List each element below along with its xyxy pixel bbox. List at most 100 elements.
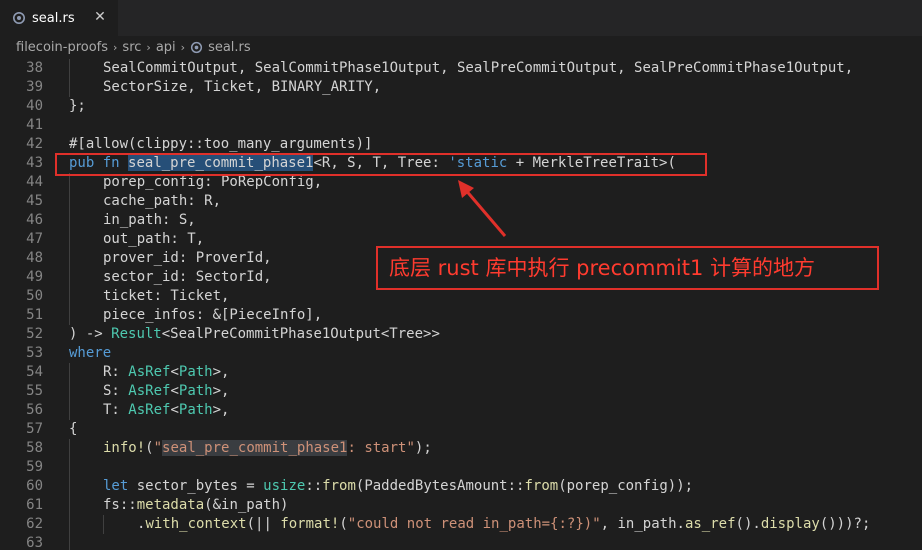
indent-guide (69, 458, 70, 477)
code-text: let sector_bytes = usize::from(PaddedByt… (103, 478, 694, 494)
indent-guide (69, 211, 70, 230)
tab-bar: seal.rs ✕ (0, 0, 922, 36)
indent-guide (69, 363, 70, 382)
code-text: prover_id: ProverId, (103, 250, 272, 266)
code-line[interactable]: 51 piece_infos: &[PieceInfo], (0, 306, 922, 325)
code-line[interactable]: 56 T: AsRef<Path>, (0, 401, 922, 420)
line-number: 39 (26, 79, 43, 95)
line-number: 41 (26, 117, 43, 133)
code-line[interactable]: 62 .with_context(|| format!("could not re… (0, 515, 922, 534)
code-editor[interactable]: 38 SealCommitOutput, SealCommitPhase1Outp… (0, 59, 922, 550)
line-number: 58 (26, 440, 43, 456)
code-text: sector_id: SectorId, (103, 269, 272, 285)
line-number: 53 (26, 345, 43, 361)
line-number: 60 (26, 478, 43, 494)
line-number: 46 (26, 212, 43, 228)
indent-guide (69, 515, 70, 534)
line-number: 55 (26, 383, 43, 399)
code-text: ) -> Result<SealPreCommitPhase1Output<Tr… (69, 326, 440, 342)
line-number: 38 (26, 60, 43, 76)
close-icon[interactable]: ✕ (92, 9, 108, 25)
tab-label: seal.rs (32, 10, 75, 26)
indent-guide (69, 496, 70, 515)
indent-guide (69, 534, 70, 550)
arrow-annotation (458, 180, 507, 237)
code-line[interactable]: 54 R: AsRef<Path>, (0, 363, 922, 382)
line-number: 62 (26, 516, 43, 532)
code-line[interactable]: 60 let sector_bytes = usize::from(PaddedB… (0, 477, 922, 496)
code-text: ticket: Ticket, (103, 288, 230, 304)
code-line[interactable]: 40}; (0, 97, 922, 116)
code-line[interactable]: 61 fs::metadata(&in_path) (0, 496, 922, 515)
code-text: out_path: T, (103, 231, 205, 247)
line-number: 61 (26, 497, 43, 513)
chevron-right-icon: › (113, 40, 118, 54)
line-number: 47 (26, 231, 43, 247)
indent-guide (69, 287, 70, 306)
line-number: 52 (26, 326, 43, 342)
line-number: 45 (26, 193, 43, 209)
line-number: 49 (26, 269, 43, 285)
indent-guide (69, 382, 70, 401)
code-line[interactable]: 57 { (0, 420, 922, 439)
code-line[interactable]: 58 info!("seal_pre_commit_phase1: start")… (0, 439, 922, 458)
code-line[interactable]: 63 (0, 534, 922, 550)
annotation-callout: 底层 rust 库中执行 precommit1 计算的地方 (376, 246, 879, 290)
tab-seal-rs[interactable]: seal.rs ✕ (0, 0, 118, 36)
code-text: }; (69, 98, 86, 114)
highlight-box (55, 153, 707, 176)
line-number: 40 (26, 98, 43, 114)
code-line[interactable]: 59 (0, 458, 922, 477)
indent-guide (69, 78, 70, 97)
code-text: { (69, 421, 78, 437)
code-line[interactable]: 41 (0, 116, 922, 135)
code-line[interactable]: 55 S: AsRef<Path>, (0, 382, 922, 401)
code-line[interactable]: 53 where (0, 344, 922, 363)
line-number: 59 (26, 459, 43, 475)
line-number: 56 (26, 402, 43, 418)
code-text: info!("seal_pre_commit_phase1: start"); (103, 440, 432, 456)
code-line[interactable]: 42 #[allow(clippy::too_many_arguments)] (0, 135, 922, 154)
line-number: 51 (26, 307, 43, 323)
breadcrumb-item-api[interactable]: api (156, 40, 176, 55)
indent-guide (69, 249, 70, 268)
line-number: 48 (26, 250, 43, 266)
code-line[interactable]: 39 SectorSize, Ticket, BINARY_ARITY, (0, 78, 922, 97)
line-number: 63 (26, 535, 43, 550)
code-text: T: AsRef<Path>, (103, 402, 230, 418)
breadcrumb-item-src[interactable]: src (122, 40, 141, 55)
code-text: where (69, 345, 112, 361)
indent-guide (103, 515, 104, 534)
code-line[interactable]: 52 ) -> Result<SealPreCommitPhase1Output<… (0, 325, 922, 344)
line-number: 43 (26, 155, 43, 171)
breadcrumb: filecoin-proofs › src › api › seal.rs (0, 36, 922, 58)
indent-guide (69, 192, 70, 211)
code-text: cache_path: R, (103, 193, 222, 209)
line-number: 57 (26, 421, 43, 437)
code-text: SectorSize, Ticket, BINARY_ARITY, (103, 79, 382, 95)
chevron-right-icon: › (180, 40, 186, 54)
code-text: R: AsRef<Path>, (103, 364, 230, 380)
code-text: S: AsRef<Path>, (103, 383, 230, 399)
breadcrumb-item-seal-rs[interactable]: seal.rs (208, 40, 251, 55)
indent-guide (69, 401, 70, 420)
indent-guide (69, 268, 70, 287)
line-number: 50 (26, 288, 43, 304)
code-text: piece_infos: &[PieceInfo], (103, 307, 323, 323)
code-text: in_path: S, (103, 212, 196, 228)
rust-file-icon (190, 41, 203, 53)
indent-guide (69, 477, 70, 496)
breadcrumb-item-filecoin-proofs[interactable]: filecoin-proofs (16, 40, 108, 55)
code-text: .with_context(|| format!("could not read… (137, 516, 871, 532)
indent-guide (69, 230, 70, 249)
code-text: SealCommitOutput, SealCommitPhase1Output… (103, 60, 854, 76)
indent-guide (69, 439, 70, 458)
code-text: #[allow(clippy::too_many_arguments)] (69, 136, 373, 152)
rust-file-icon (13, 12, 25, 24)
line-number: 54 (26, 364, 43, 380)
code-text: fs::metadata(&in_path) (103, 497, 289, 513)
code-line[interactable]: 38 SealCommitOutput, SealCommitPhase1Outp… (0, 59, 922, 78)
line-number: 42 (26, 136, 43, 152)
indent-guide (69, 59, 70, 78)
line-number: 44 (26, 174, 43, 190)
